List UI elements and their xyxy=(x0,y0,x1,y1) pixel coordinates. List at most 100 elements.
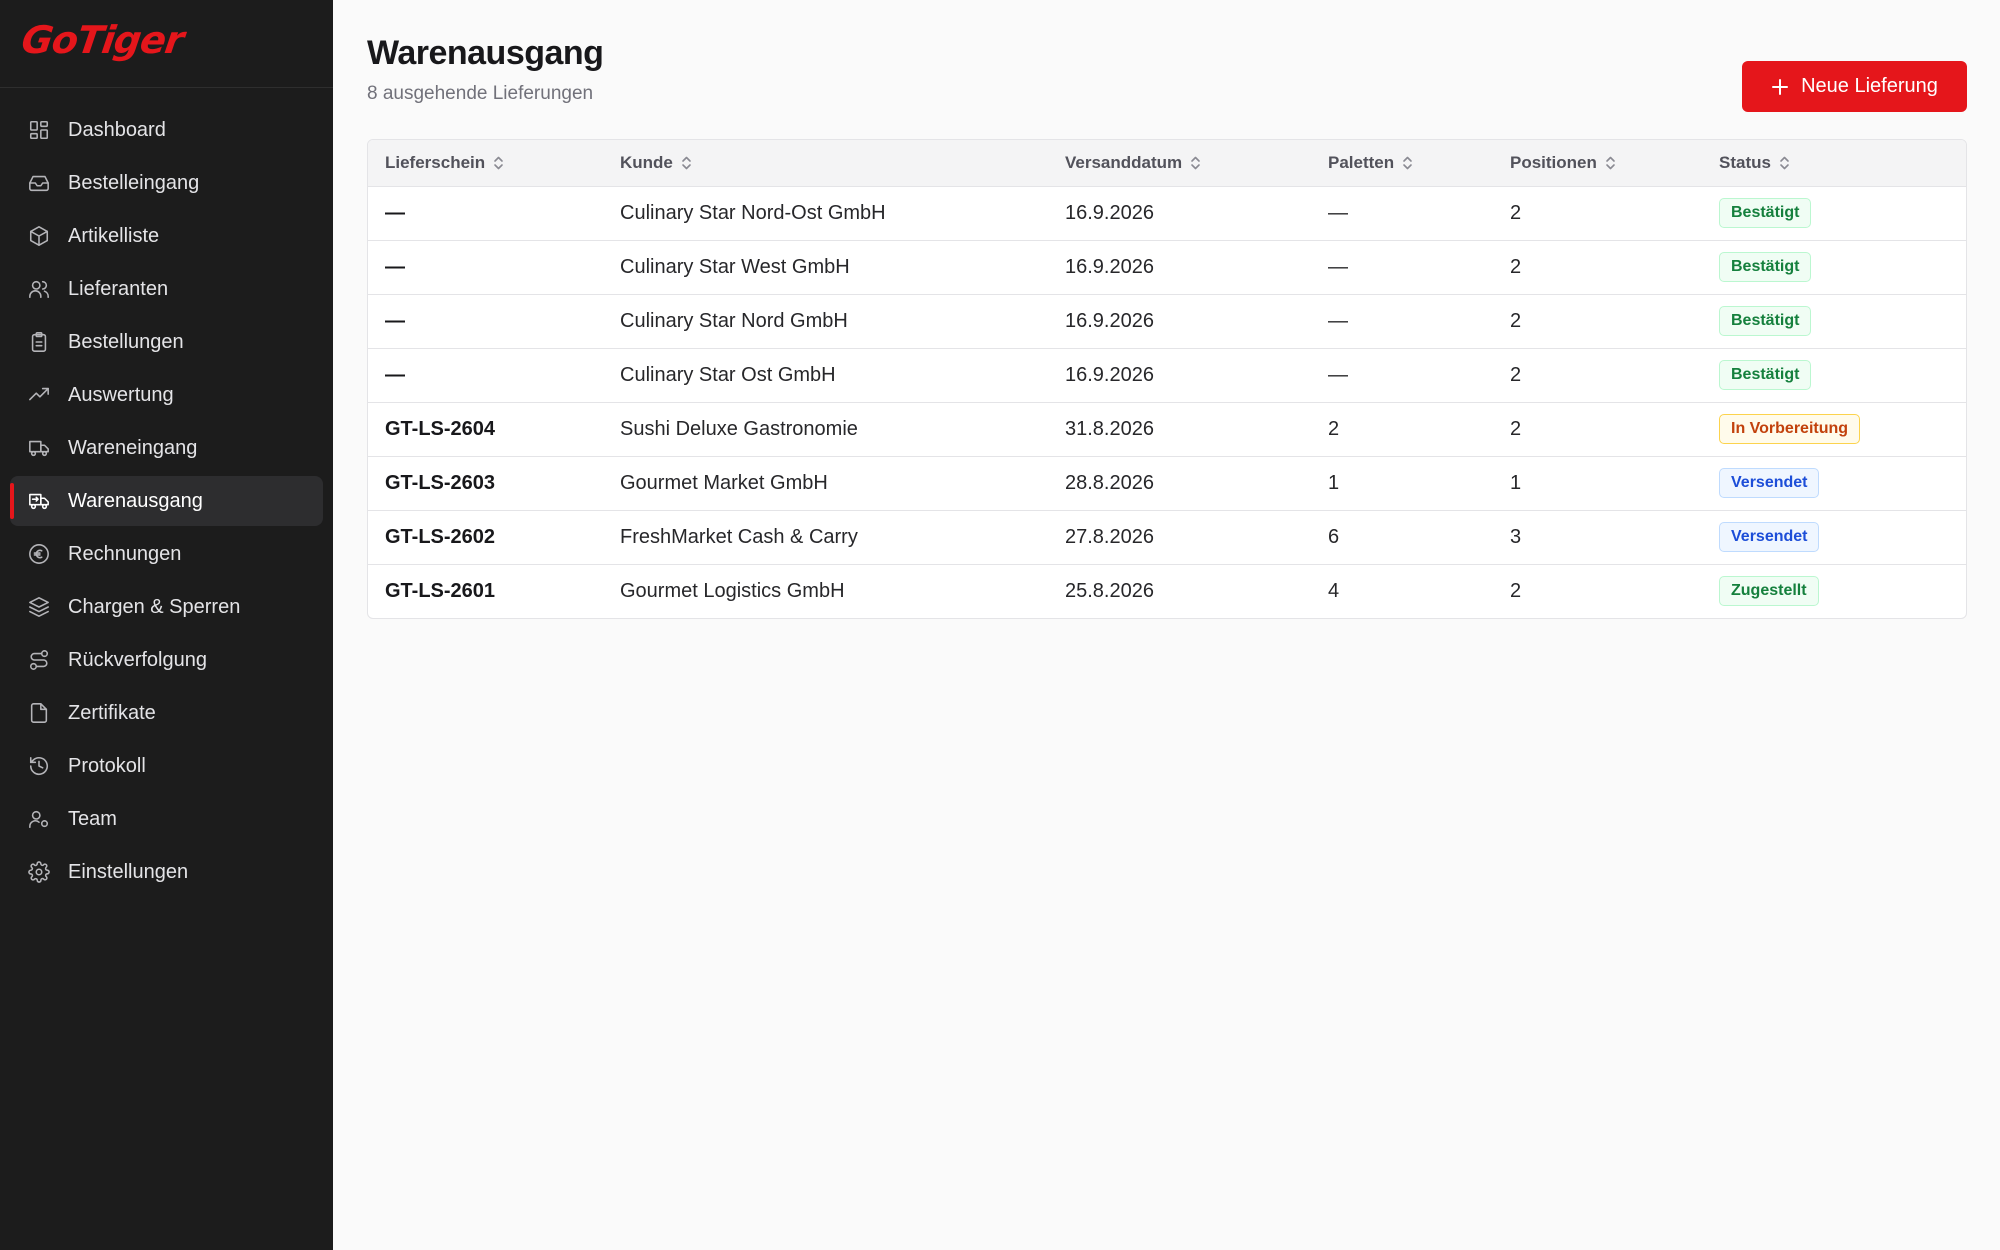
gotiger-logo[interactable]: GoTiger xyxy=(19,18,186,62)
sidebar-item-artikelliste[interactable]: Artikelliste xyxy=(10,211,323,261)
column-header-paletten[interactable]: Paletten xyxy=(1311,140,1493,187)
status-badge: Bestätigt xyxy=(1719,306,1812,336)
table-row[interactable]: — Culinary Star Nord-Ost GmbH 16.9.2026 — 2 B… xyxy=(368,186,1966,240)
cell-paletten: 4 xyxy=(1328,579,1340,602)
euro-icon xyxy=(28,543,50,565)
cell-paletten: — xyxy=(1328,363,1348,386)
sidebar-nav: Dashboard Bestelleingang Artikelliste Liefe… xyxy=(0,88,333,897)
cell-lieferschein: — xyxy=(385,255,405,278)
sidebar-item-protokoll[interactable]: Protokoll xyxy=(10,741,323,791)
truck-outgoing-icon xyxy=(28,490,50,512)
table-row[interactable]: — Culinary Star West GmbH 16.9.2026 — 2 Bestä… xyxy=(368,240,1966,294)
users-icon xyxy=(28,278,50,300)
user-cog-icon xyxy=(28,808,50,830)
table-row[interactable]: GT-LS-2601 Gourmet Logistics GmbH 25.8.202… xyxy=(368,564,1966,618)
cell-datum: 16.9.2026 xyxy=(1065,363,1154,386)
column-header-lieferschein[interactable]: Lieferschein xyxy=(368,140,603,187)
cell-kunde: Culinary Star Nord GmbH xyxy=(620,309,848,332)
sidebar-item-zertifikate[interactable]: Zertifikate xyxy=(10,688,323,738)
sidebar-item-bestelleingang[interactable]: Bestelleingang xyxy=(10,158,323,208)
sidebar-item-chargen-and-sperren[interactable]: Chargen & Sperren xyxy=(10,582,323,632)
cell-positionen: 1 xyxy=(1510,471,1522,494)
cell-status: Zugestellt xyxy=(1702,564,1966,618)
column-header-positionen[interactable]: Positionen xyxy=(1493,140,1702,187)
sidebar-item-wareneingang[interactable]: Wareneingang xyxy=(10,423,323,473)
sort-icon[interactable] xyxy=(1779,155,1790,171)
cell-status: Versendet xyxy=(1702,456,1966,510)
cell-datum: 31.8.2026 xyxy=(1065,417,1154,440)
column-header-versanddatum[interactable]: Versanddatum xyxy=(1048,140,1311,187)
cell-paletten: — xyxy=(1328,309,1348,332)
column-header-label: Versanddatum xyxy=(1065,152,1183,172)
cell-kunde: Culinary Star Ost GmbH xyxy=(620,363,836,386)
sidebar-item-einstellungen[interactable]: Einstellungen xyxy=(10,847,323,897)
sidebar-item-rechnungen[interactable]: Rechnungen xyxy=(10,529,323,579)
clipboard-icon xyxy=(28,331,50,353)
new-delivery-button-label: Neue Lieferung xyxy=(1801,75,1938,97)
cell-lieferschein: GT-LS-2603 xyxy=(385,471,496,494)
column-header-label: Lieferschein xyxy=(385,152,486,172)
status-badge: In Vorbereitung xyxy=(1719,414,1861,444)
cell-paletten: — xyxy=(1328,201,1348,224)
sidebar-item-warenausgang[interactable]: Warenausgang xyxy=(10,476,323,526)
cell-paletten: 6 xyxy=(1328,525,1340,548)
cell-positionen: 3 xyxy=(1510,525,1522,548)
table-row[interactable]: — Culinary Star Nord GmbH 16.9.2026 — 2 Bestä… xyxy=(368,294,1966,348)
cell-status: Versendet xyxy=(1702,510,1966,564)
cell-kunde: Gourmet Market GmbH xyxy=(620,471,828,494)
sidebar-item-label: Einstellungen xyxy=(68,860,189,883)
cell-positionen: 2 xyxy=(1510,363,1522,386)
cell-positionen: 2 xyxy=(1510,309,1522,332)
cell-kunde: Sushi Deluxe Gastronomie xyxy=(620,417,858,440)
status-badge: Bestätigt xyxy=(1719,198,1812,228)
sidebar-item-auswertung[interactable]: Auswertung xyxy=(10,370,323,420)
sort-icon[interactable] xyxy=(1605,155,1616,171)
cell-datum: 16.9.2026 xyxy=(1065,309,1154,332)
status-badge: Bestätigt xyxy=(1719,360,1812,390)
sort-icon[interactable] xyxy=(1402,155,1413,171)
column-header-kunde[interactable]: Kunde xyxy=(603,140,1048,187)
sort-icon[interactable] xyxy=(681,155,692,171)
cell-paletten: 2 xyxy=(1328,417,1340,440)
column-header-status[interactable]: Status xyxy=(1702,140,1966,187)
history-icon xyxy=(28,755,50,777)
sidebar-item-label: Bestellungen xyxy=(68,330,184,353)
sort-icon[interactable] xyxy=(1190,155,1201,171)
table-row[interactable]: GT-LS-2602 FreshMarket Cash & Carry 27.8.2… xyxy=(368,510,1966,564)
dashboard-icon xyxy=(28,119,50,141)
new-delivery-button[interactable]: Neue Lieferung xyxy=(1742,61,1967,112)
sort-icon[interactable] xyxy=(493,155,504,171)
package-icon xyxy=(28,225,50,247)
page-header: Warenausgang 8 ausgehende Lieferungen Ne… xyxy=(367,34,1967,139)
cell-lieferschein: — xyxy=(385,309,405,332)
cell-positionen: 2 xyxy=(1510,255,1522,278)
table-row[interactable]: GT-LS-2604 Sushi Deluxe Gastronomie 31.8.2… xyxy=(368,402,1966,456)
sidebar-item-rueckverfolgung[interactable]: Rückverfolgung xyxy=(10,635,323,685)
cell-status: In Vorbereitung xyxy=(1702,402,1966,456)
cell-lieferschein: — xyxy=(385,363,405,386)
cell-lieferschein: GT-LS-2602 xyxy=(385,525,496,548)
cell-status: Bestätigt xyxy=(1702,348,1966,402)
status-badge: Zugestellt xyxy=(1719,576,1819,607)
cell-lieferschein: GT-LS-2604 xyxy=(385,417,496,440)
sidebar-item-team[interactable]: Team xyxy=(10,794,323,844)
cell-datum: 16.9.2026 xyxy=(1065,201,1154,224)
sidebar-item-lieferanten[interactable]: Lieferanten xyxy=(10,264,323,314)
sidebar: GoTiger Dashboard Bestelleingang Artikelli… xyxy=(0,0,333,1250)
status-badge: Bestätigt xyxy=(1719,252,1812,282)
cell-kunde: FreshMarket Cash & Carry xyxy=(620,525,858,548)
cell-lieferschein: — xyxy=(385,201,405,224)
cell-status: Bestätigt xyxy=(1702,186,1966,240)
cell-kunde: Culinary Star Nord-Ost GmbH xyxy=(620,201,886,224)
cell-positionen: 2 xyxy=(1510,417,1522,440)
sidebar-item-bestellungen[interactable]: Bestellungen xyxy=(10,317,323,367)
page-title: Warenausgang xyxy=(367,34,604,72)
table-row[interactable]: — Culinary Star Ost GmbH 16.9.2026 — 2 Bestät… xyxy=(368,348,1966,402)
table-row[interactable]: GT-LS-2603 Gourmet Market GmbH 28.8.2026 1 1… xyxy=(368,456,1966,510)
sidebar-item-label: Protokoll xyxy=(68,754,146,777)
sidebar-item-dashboard[interactable]: Dashboard xyxy=(10,105,323,155)
status-badge: Versendet xyxy=(1719,468,1820,498)
cell-lieferschein: GT-LS-2601 xyxy=(385,579,496,602)
sidebar-item-label: Artikelliste xyxy=(68,224,160,247)
sidebar-item-label: Rechnungen xyxy=(68,542,182,565)
